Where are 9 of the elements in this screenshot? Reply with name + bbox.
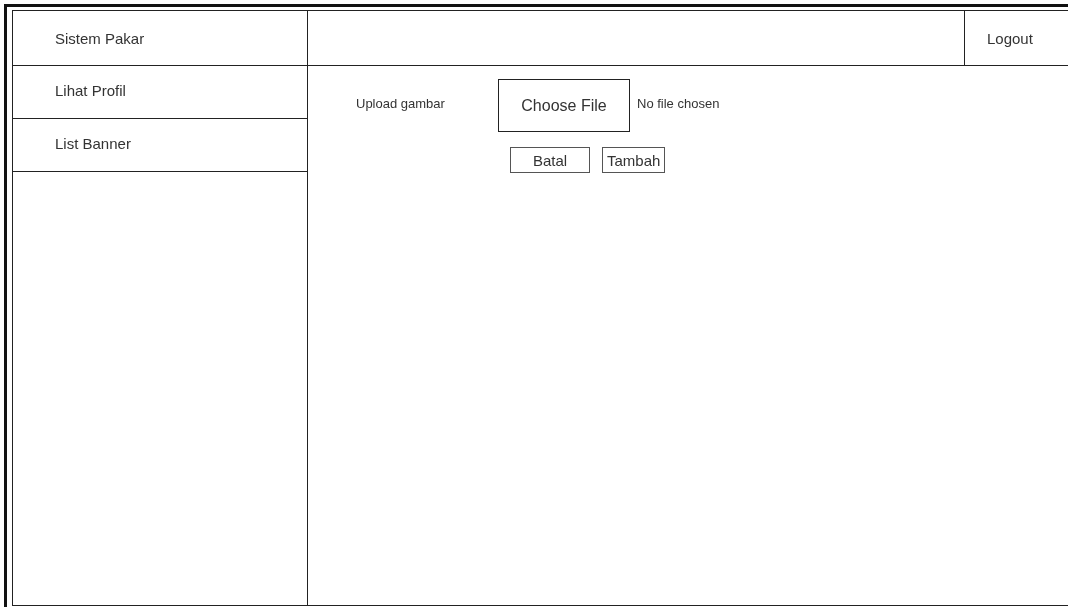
file-status: No file chosen [637,96,720,111]
sidebar-item[interactable]: Lihat Profil [13,66,307,119]
action-button[interactable]: Batal [510,147,590,173]
sidebar-item[interactable]: List Banner [13,119,307,172]
field-label: Upload gambar [356,96,446,111]
app-title: Sistem Pakar [55,29,145,47]
action-button[interactable]: Tambah [602,147,666,173]
logout-link[interactable]: Logout [965,11,1033,65]
choose-file-button[interactable]: Choose File [498,79,630,132]
